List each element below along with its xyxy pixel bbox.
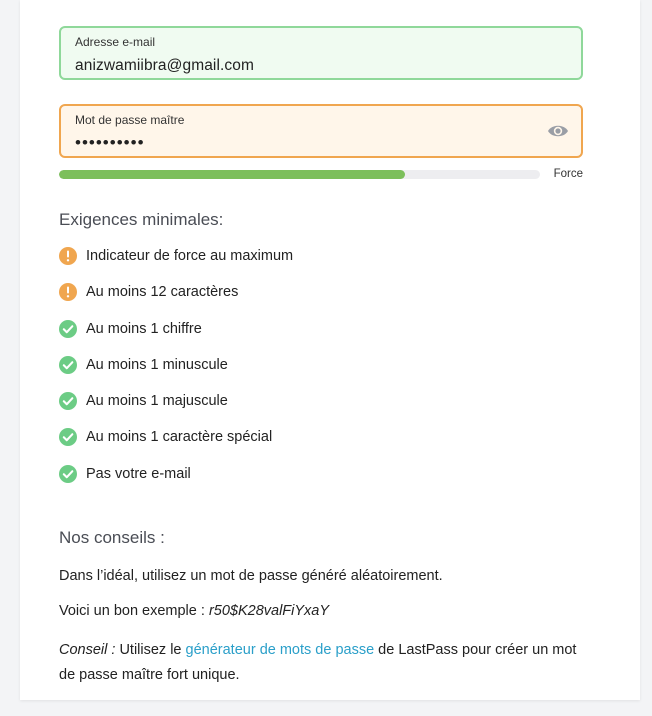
email-label: Adresse e-mail: [75, 35, 156, 49]
password-generator-link[interactable]: générateur de mots de passe: [186, 642, 375, 658]
master-password-label: Mot de passe maître: [75, 113, 185, 127]
requirement-item: Au moins 1 majuscule: [59, 390, 293, 426]
warning-icon: [59, 283, 77, 302]
requirement-label: Au moins 1 caractère spécial: [86, 429, 273, 446]
requirement-label: Au moins 1 majuscule: [86, 393, 228, 410]
warning-icon: [59, 247, 77, 265]
requirement-item: Au moins 1 caractère spécial: [59, 426, 293, 462]
email-field[interactable]: Adresse e-mail anizwamiibra@gmail.com: [59, 26, 583, 80]
advice-tip-label: Conseil :: [59, 642, 116, 658]
advice-example-prefix: Voici un bon exemple :: [59, 603, 209, 619]
advice-heading: Nos conseils :: [59, 528, 165, 547]
master-password-value[interactable]: ••••••••••: [75, 133, 145, 153]
advice-tip-before: Utilisez le: [115, 642, 186, 658]
requirement-label: Indicateur de force au maximum: [86, 248, 294, 264]
advice-example-password: r50$K28valFiYxaY: [208, 603, 330, 619]
check-icon: [59, 464, 77, 483]
advice-tip: Conseil : Utilisez le générateur de mots…: [59, 638, 579, 688]
requirement-item: Au moins 12 caractères: [59, 281, 293, 317]
requirement-label: Au moins 1 minuscule: [86, 356, 228, 373]
requirement-item: Au moins 1 minuscule: [59, 354, 293, 390]
check-icon: [59, 319, 77, 338]
eye-icon[interactable]: [547, 123, 569, 139]
strength-meter: [59, 170, 540, 179]
strength-meter-fill: [59, 170, 406, 179]
check-icon: [59, 355, 77, 374]
requirement-label: Au moins 12 caractères: [86, 284, 239, 301]
advice-example: Voici un bon exemple : r50$K28valFiYxaY: [59, 603, 329, 619]
advice-ideal-text: Dans l’idéal, utilisez un mot de passe g…: [59, 568, 443, 584]
requirement-item: Au moins 1 chiffre: [59, 318, 293, 354]
requirements-heading: Exigences minimales:: [59, 210, 224, 229]
check-icon: [59, 428, 77, 447]
requirement-item: Indicateur de force au maximum: [59, 245, 293, 281]
strength-label: Force: [553, 168, 583, 180]
requirement-item: Pas votre e-mail: [59, 463, 293, 499]
check-icon: [59, 392, 77, 411]
requirements-list: Indicateur de force au maximum Au moins …: [59, 245, 293, 499]
email-value[interactable]: anizwamiibra@gmail.com: [75, 57, 254, 75]
requirement-label: Pas votre e-mail: [86, 465, 191, 482]
requirement-label: Au moins 1 chiffre: [86, 320, 202, 337]
master-password-field[interactable]: Mot de passe maître ••••••••••: [59, 104, 583, 158]
